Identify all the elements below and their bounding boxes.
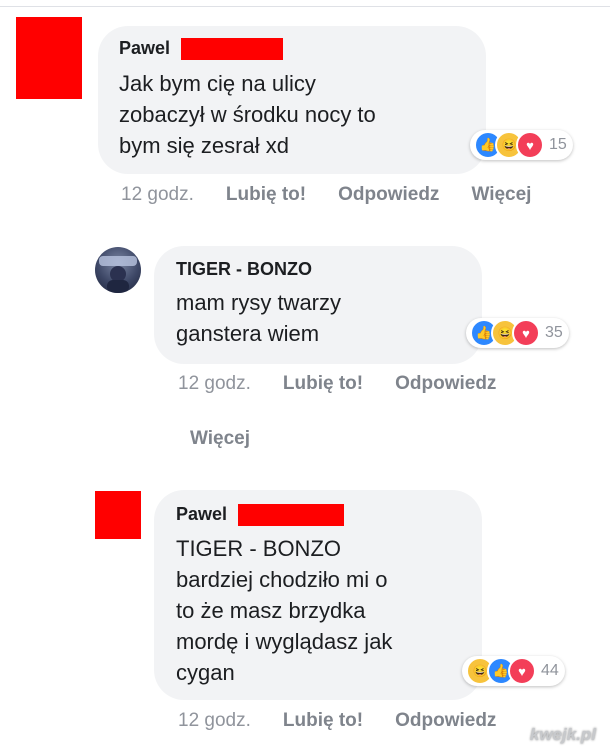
comment-text-line: Jak bym cię na ulicy [119,71,316,96]
reactions-summary[interactable]: 👍 😆 ♥ 35 [466,318,569,348]
comment-text-line: bym się zesrał xd [119,133,289,158]
avatar-redacted[interactable] [95,491,141,539]
comment-text-line: mordę i wyglądasz jak [176,629,393,654]
avatar-image [99,256,137,293]
like-link[interactable]: Lubię to! [283,710,363,732]
reply-link[interactable]: Odpowiedz [395,373,496,395]
comment-timestamp[interactable]: 12 godz. [178,710,251,732]
reaction-count: 15 [549,136,567,153]
reactions-summary[interactable]: 😆 👍 ♥ 44 [462,656,565,686]
author-name-redaction [238,504,344,526]
love-icon: ♥ [512,319,540,347]
comment-timestamp[interactable]: 12 godz. [121,184,194,206]
comment-author[interactable]: TIGER - BONZO [176,259,312,280]
comment-author[interactable]: Pawel [176,504,227,525]
comment-text-line: TIGER - BONZO [176,536,341,561]
reactions-summary[interactable]: 👍 😆 ♥ 15 [470,130,573,160]
avatar-redacted[interactable] [16,17,82,99]
comment-text: TIGER - BONZO bardziej chodziło mi o to … [176,533,392,688]
love-icon: ♥ [516,131,544,159]
comment-author[interactable]: Pawel [119,38,170,59]
comment-text-line: mam rysy twarzy [176,290,341,315]
comment-text-line: zobaczył w środku nocy to [119,102,376,127]
love-icon: ♥ [508,657,536,685]
comment-actions: 12 godz. Lubię to! Odpowiedz [178,710,496,732]
watermark: kwejk.pl [529,725,596,744]
more-link[interactable]: Więcej [471,184,531,206]
comment-timestamp[interactable]: 12 godz. [178,373,251,395]
comment-text: Jak bym cię na ulicy zobaczył w środku n… [119,68,376,161]
comment-text: mam rysy twarzy ganstera wiem [176,287,341,349]
more-link[interactable]: Więcej [190,428,250,450]
author-name-redaction [181,38,283,60]
comment-actions: 12 godz. Lubię to! Odpowiedz [178,373,496,395]
reaction-count: 35 [545,324,563,341]
like-link[interactable]: Lubię to! [283,373,363,395]
reply-link[interactable]: Odpowiedz [338,184,439,206]
reply-link[interactable]: Odpowiedz [395,710,496,732]
comment-text-line: bardziej chodziło mi o [176,567,388,592]
reaction-count: 44 [541,662,559,679]
comment-actions: 12 godz. Lubię to! Odpowiedz Więcej [121,184,531,206]
like-link[interactable]: Lubię to! [226,184,306,206]
top-divider [0,6,610,7]
avatar[interactable] [95,247,141,293]
comment-text-line: cygan [176,660,235,685]
comment-text-line: ganstera wiem [176,321,320,346]
comment-text-line: to że masz brzydka [176,598,366,623]
comment-actions-overflow: Więcej [190,428,250,450]
